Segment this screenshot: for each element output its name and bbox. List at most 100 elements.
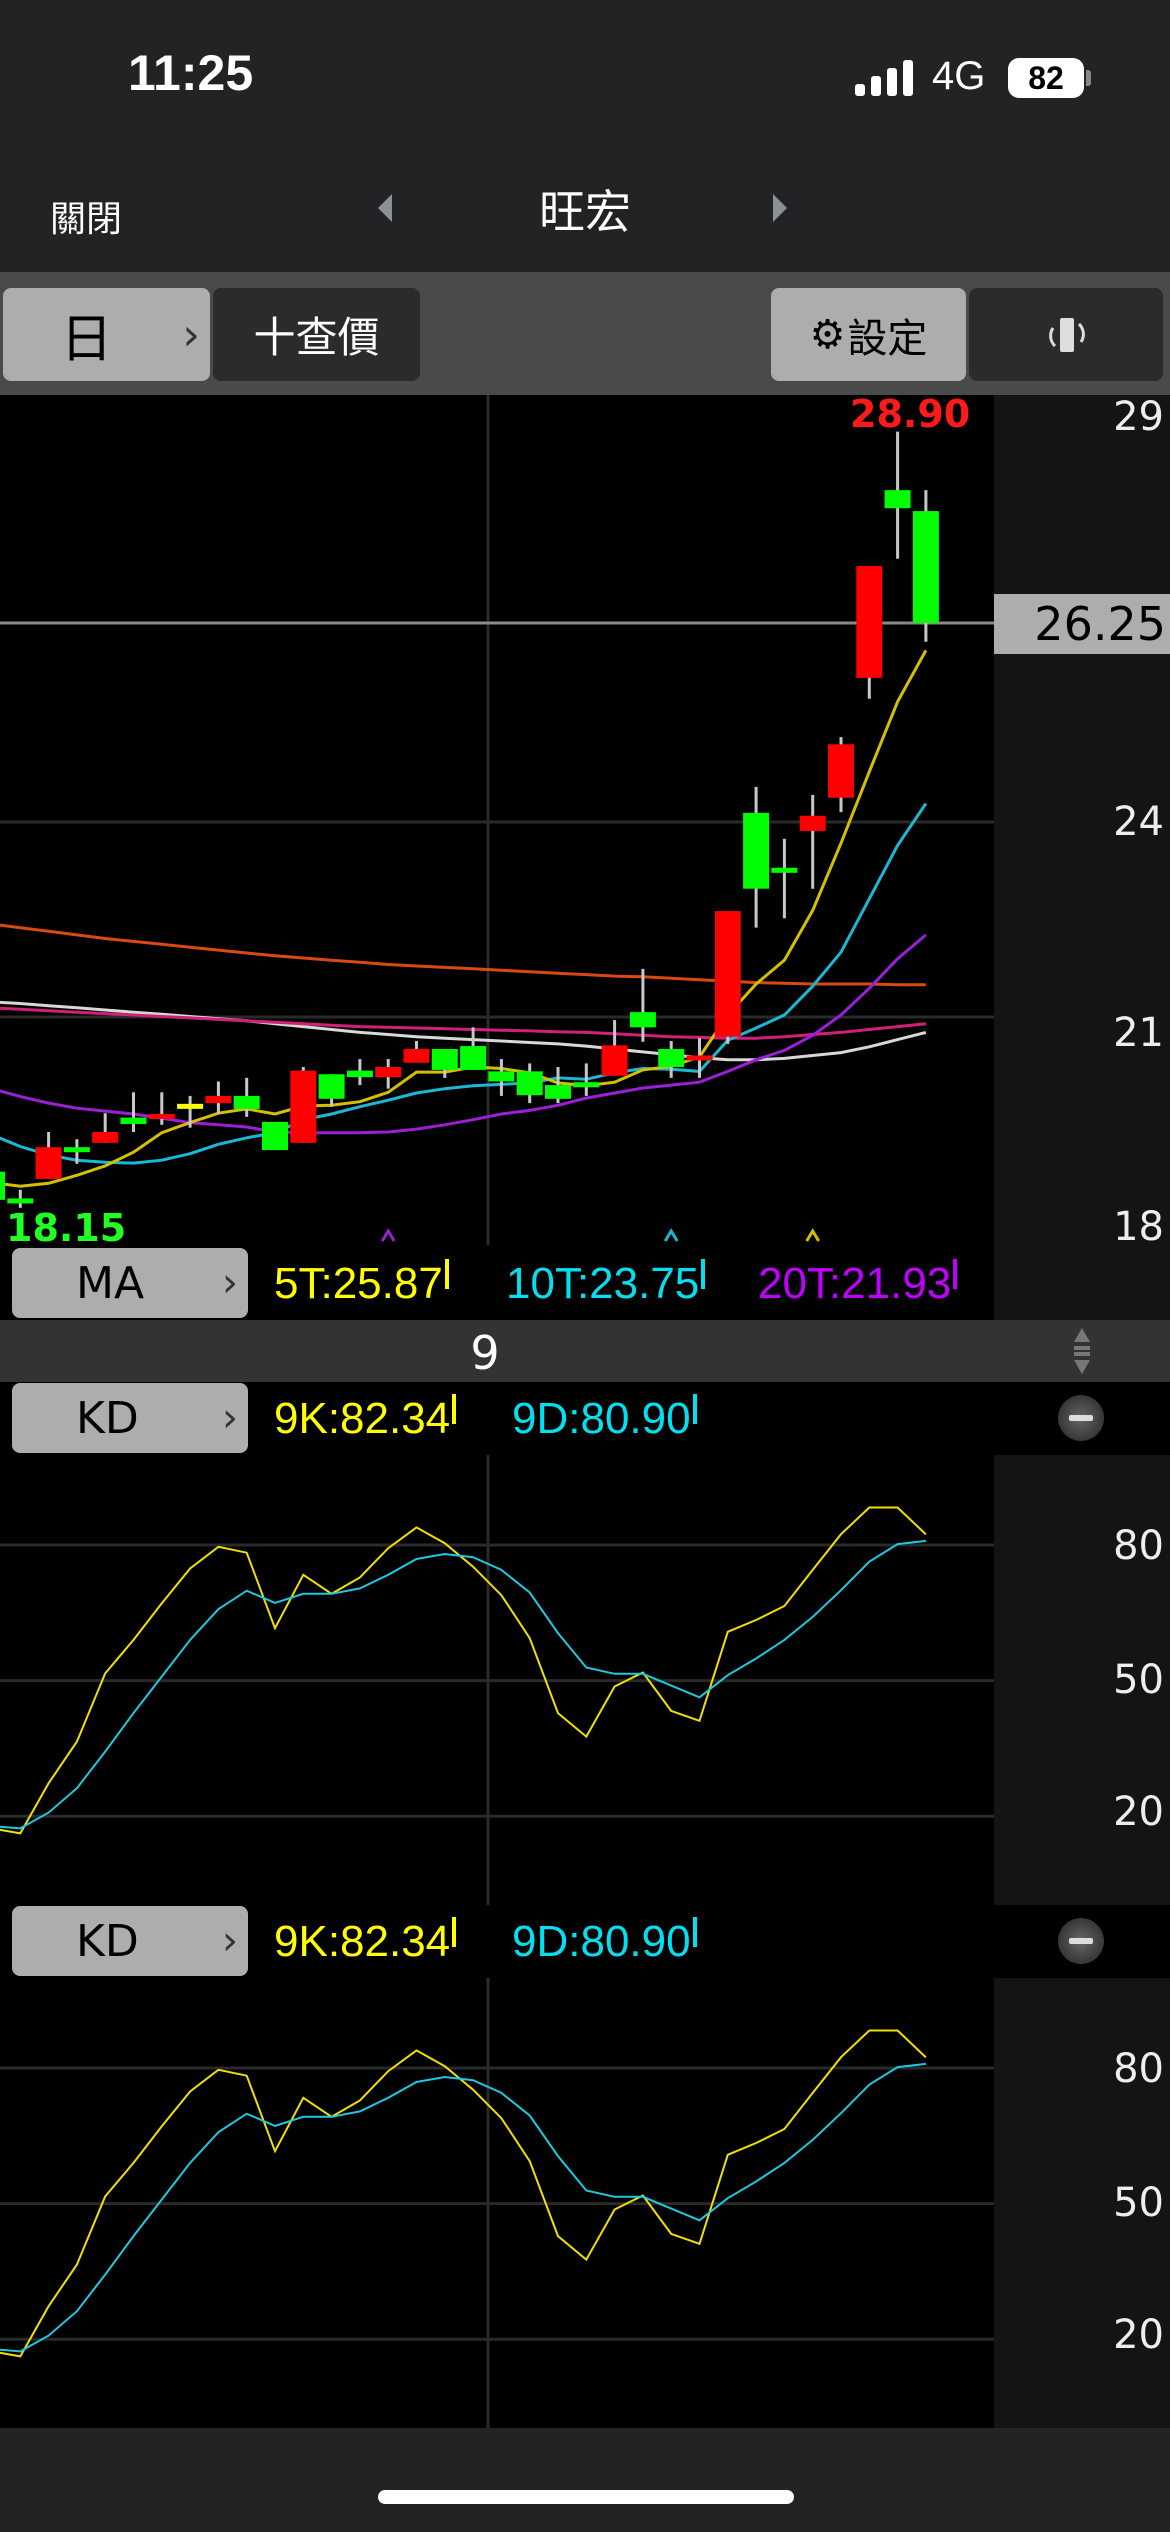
candle-body [120, 1117, 147, 1125]
network-type: 4G [932, 54, 986, 98]
chevron-right-icon: › [222, 1395, 238, 1441]
cross-marker-icon [380, 1228, 396, 1242]
rotate-screen-icon [1049, 317, 1085, 352]
clock: 11:25 [128, 45, 254, 101]
low-price-label: 18.15 [6, 1206, 127, 1250]
candle-body [262, 1121, 288, 1151]
kd-button-label: KD [76, 1915, 139, 1967]
d-text: 9D:80.90 [512, 1394, 691, 1443]
ma-button-label: MA [76, 1257, 145, 1309]
candle-body [431, 1048, 458, 1070]
candle-body [856, 565, 883, 678]
settings-button[interactable]: ⚙ 設定 [771, 288, 966, 381]
ma20-text: 20T:21.93 [758, 1259, 952, 1308]
kd-axis: 80 50 20 [994, 1455, 1170, 1905]
candle-body [148, 1113, 175, 1119]
ma20-value: 20T:21.93 [758, 1259, 958, 1309]
candle-body [488, 1071, 515, 1082]
kd-row: KD › 9K:82.34 9D:80.90 [0, 1382, 1170, 1455]
d-text: 9D:80.90 [512, 1917, 691, 1966]
kd-axis-label: 80 [1113, 1523, 1164, 1569]
d-line [0, 1539, 927, 1830]
minus-icon [1069, 1938, 1093, 1944]
candle-body [318, 1074, 345, 1099]
d-value: 9D:80.90 [512, 1394, 697, 1444]
kd-selector-button[interactable]: KD › [12, 1906, 248, 1976]
candle-body [828, 744, 854, 798]
chevron-right-icon: › [222, 1918, 238, 1964]
current-price-label: 26.25 [994, 594, 1170, 654]
d-line [0, 2062, 927, 2353]
k-value: 9K:82.34 [274, 1394, 457, 1444]
down-flag-icon [452, 1394, 457, 1424]
kd-row: KD › 9K:82.34 9D:80.90 [0, 1905, 1170, 1978]
toolbar: 日 › 十查價 ⚙ 設定 [0, 272, 1170, 395]
quote-button[interactable]: 十查價 [213, 288, 420, 381]
candle-body [177, 1103, 204, 1109]
candle-body [573, 1082, 600, 1088]
axis-filler [994, 1245, 1170, 1320]
candle-body [35, 1147, 62, 1179]
price-axis-label: 24 [1113, 799, 1164, 845]
candle-body [516, 1071, 543, 1096]
next-stock-icon[interactable] [773, 194, 787, 222]
ma5-text: 5T:25.87 [274, 1259, 443, 1308]
ma20-line [0, 933, 927, 1135]
kd-axis-label: 80 [1113, 2046, 1164, 2092]
candle-body [912, 511, 939, 623]
k-text: 9K:82.34 [274, 1917, 451, 1966]
candle-body [686, 1055, 713, 1061]
rotate-button[interactable] [969, 288, 1163, 381]
kd-selector-button[interactable]: KD › [12, 1383, 248, 1453]
k-value: 9K:82.34 [274, 1917, 457, 1967]
signal-icon [855, 60, 915, 96]
candle-body [92, 1132, 119, 1143]
candle-body [714, 911, 741, 1037]
candle-body [346, 1070, 373, 1078]
chevron-right-icon: › [182, 309, 200, 360]
candle-body [63, 1147, 90, 1153]
nav-bar: 關閉 旺宏 [0, 150, 1170, 272]
up-flag-icon [692, 1394, 697, 1424]
candle-body [601, 1045, 628, 1076]
candle-body [205, 1095, 232, 1104]
period-button[interactable]: 日 › [3, 288, 210, 381]
minus-icon [1069, 1415, 1093, 1421]
status-bar: 11:25 4G 82 [0, 0, 1170, 150]
kd-axis-label: 20 [1113, 2312, 1164, 2358]
candle-body [743, 812, 770, 889]
candle-body [7, 1198, 34, 1204]
cross-marker-icon [805, 1228, 820, 1242]
candle-body [658, 1048, 685, 1068]
price-axis-label: 21 [1113, 1010, 1164, 1056]
ma10-value: 10T:23.75 [506, 1259, 706, 1309]
cross-marker-icon [663, 1228, 679, 1242]
chevron-right-icon: › [222, 1260, 238, 1306]
k-text: 9K:82.34 [274, 1394, 451, 1443]
candle-body [375, 1067, 402, 1078]
up-flag-icon [692, 1917, 697, 1947]
ma5-line [0, 649, 928, 1188]
candle-body [0, 1171, 5, 1200]
stock-title: 旺宏 [539, 185, 631, 239]
stepper-icon[interactable] [1070, 1326, 1094, 1376]
kd-button-label: KD [76, 1392, 139, 1444]
up-flag-icon [953, 1259, 958, 1289]
kd-axis: 80 50 20 [994, 1978, 1170, 2428]
parameter-value[interactable]: 9 [465, 1326, 505, 1380]
ma-selector-button[interactable]: MA › [12, 1248, 248, 1318]
price-axis: 29 24 21 18 [994, 394, 1170, 1250]
home-indicator[interactable] [378, 2490, 794, 2504]
candle-body [884, 490, 911, 509]
candle-body [545, 1085, 571, 1099]
candle-body [233, 1095, 260, 1109]
remove-indicator-button[interactable] [1058, 1918, 1104, 1964]
prev-stock-icon[interactable] [378, 194, 392, 222]
price-axis-label: 29 [1113, 394, 1164, 440]
remove-indicator-button[interactable] [1058, 1395, 1104, 1441]
ma5-value: 5T:25.87 [274, 1259, 449, 1309]
parameter-row: 9 [0, 1320, 1170, 1382]
battery-icon: 82 [1008, 58, 1084, 98]
close-button[interactable]: 關閉 [50, 190, 122, 242]
d-value: 9D:80.90 [512, 1917, 697, 1967]
